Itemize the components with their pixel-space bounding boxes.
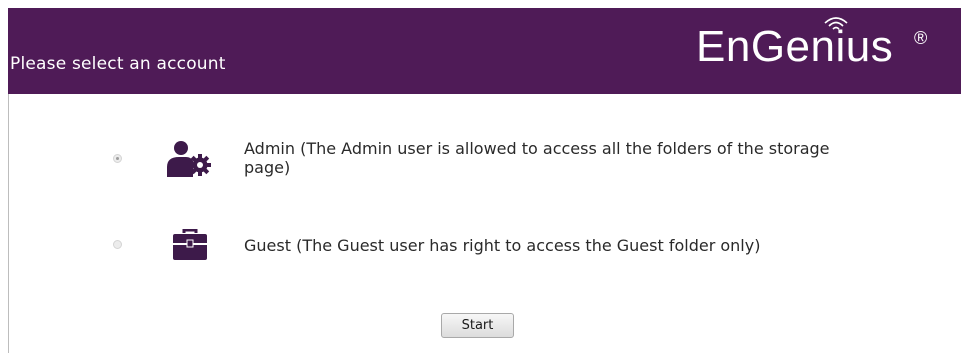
admin-radio[interactable] (113, 154, 122, 163)
start-button[interactable]: Start (441, 313, 514, 338)
registered-mark: ® (914, 28, 928, 48)
top-margin (0, 0, 961, 8)
left-border (8, 94, 9, 353)
guest-radio[interactable] (113, 240, 122, 249)
admin-gear-icon (167, 141, 211, 177)
briefcase-icon (173, 229, 207, 260)
brand-logo: EnGenius (696, 22, 894, 71)
page-title: Please select an account (10, 54, 226, 74)
admin-label-line2: page) (244, 158, 291, 177)
admin-option-label[interactable]: Admin (The Admin user is allowed to acce… (244, 139, 830, 177)
header-bar: Please select an account EnGenius ® (8, 8, 961, 94)
login-page: Please select an account EnGenius ® Admi… (0, 0, 961, 353)
guest-label-line1: Guest (The Guest user has right to acces… (244, 236, 761, 255)
guest-option-label[interactable]: Guest (The Guest user has right to acces… (244, 236, 760, 255)
admin-label-line1: Admin (The Admin user is allowed to acce… (244, 139, 830, 158)
